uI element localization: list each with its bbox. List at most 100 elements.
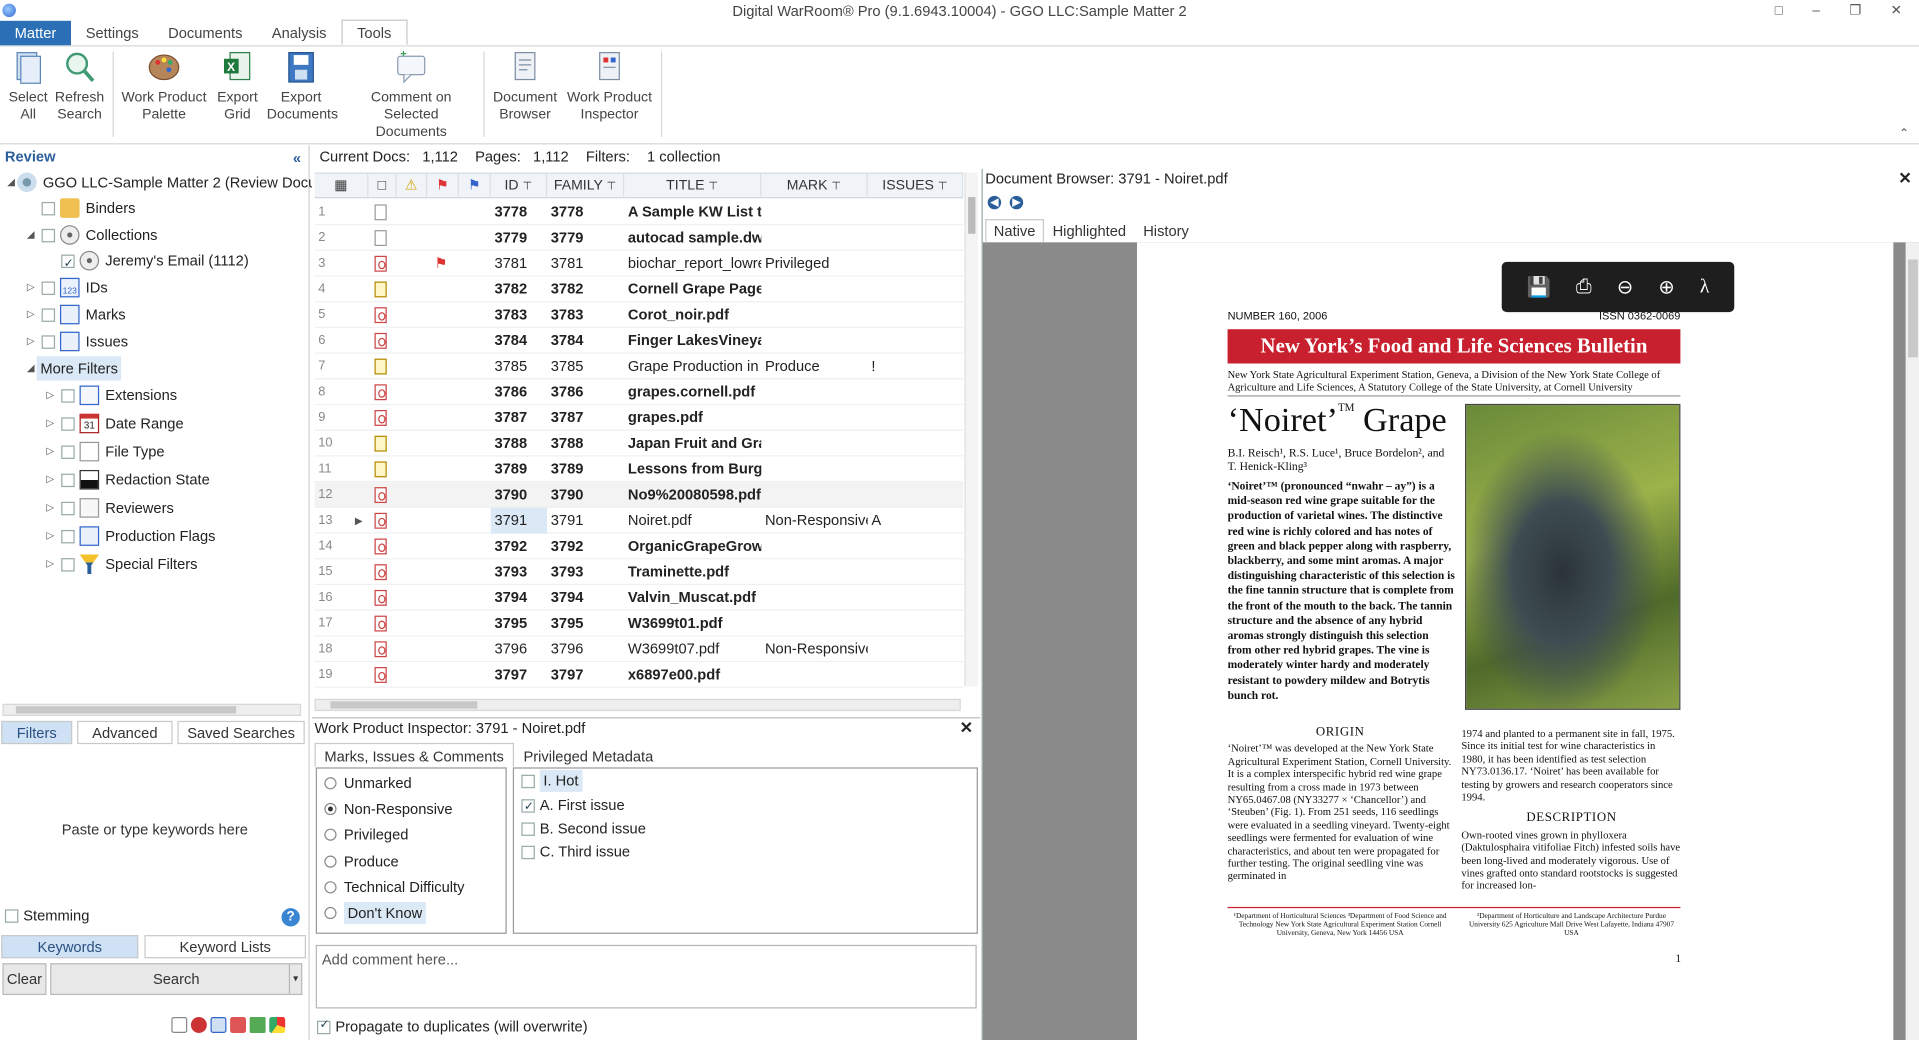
expand-arrow-icon[interactable]: ▷ (24, 302, 36, 326)
red-flag-icon[interactable]: ⚑ (431, 251, 455, 277)
tab-matter[interactable]: Matter (0, 20, 72, 46)
keyword-input[interactable]: Paste or type keywords here (0, 821, 310, 838)
tab-filters[interactable]: Filters (1, 720, 73, 745)
tab-analysis[interactable]: Analysis (257, 21, 341, 45)
work-product-palette-button[interactable]: Work Product Palette (120, 49, 208, 124)
expand-arrow-icon[interactable]: ▷ (24, 275, 36, 299)
export-documents-button[interactable]: Export Documents (267, 49, 338, 124)
collapse-arrow-icon[interactable]: ◢ (24, 223, 36, 247)
issue-hot[interactable]: I. Hot (521, 769, 583, 792)
collapse-arrow-icon[interactable]: ◢ (24, 356, 36, 380)
production-flags-checkbox[interactable] (61, 529, 75, 543)
table-row[interactable]: 8 3786 3786 grapes.cornell.pdf (314, 379, 964, 406)
column-mark[interactable]: MARK ⊤ (761, 173, 868, 199)
table-row[interactable]: 5 3783 3783 Corot_noir.pdf (314, 302, 964, 329)
select-all-button[interactable]: Select All (7, 49, 49, 124)
tab-keyword-lists[interactable]: Keyword Lists (144, 935, 306, 959)
ids-checkbox[interactable] (41, 280, 56, 295)
red-flag-column-icon[interactable]: ⚑ (427, 173, 459, 199)
settings-icon[interactable] (190, 1017, 207, 1033)
acrobat-icon[interactable]: λ (1700, 276, 1710, 298)
tree-issues[interactable]: ▷ Issues (24, 329, 128, 353)
mark-non-responsive[interactable]: Non-Responsive (324, 798, 452, 820)
table-row[interactable]: 10 3788 3788 Japan Fruit and Gra (314, 431, 964, 457)
expand-arrow-icon[interactable]: ▷ (44, 468, 56, 492)
tree-redaction-state[interactable]: ▷ Redaction State (44, 468, 210, 492)
column-id[interactable]: ID ⊤ (491, 173, 548, 199)
propagate-option[interactable]: Propagate to duplicates (will overwrite) (316, 1018, 588, 1035)
tab-highlighted[interactable]: Highlighted (1044, 219, 1135, 242)
tree-more-filters[interactable]: ◢ More Filters (24, 356, 122, 381)
tree-extensions[interactable]: ▷ Extensions (44, 383, 177, 407)
collapse-arrow-icon[interactable]: ◢ (5, 170, 17, 194)
forward-arrow-icon[interactable]: ▶ (1009, 195, 1024, 210)
issues-checkbox[interactable] (41, 334, 56, 349)
marks-checkbox[interactable] (41, 307, 56, 322)
jeremys-email-checkbox[interactable] (61, 252, 75, 276)
table-row[interactable]: 18 3796 3796 W3699t07.pdf Non-Responsive (314, 636, 964, 663)
table-row[interactable]: 16 3794 3794 Valvin_Muscat.pdf (314, 585, 964, 611)
reviewers-checkbox[interactable] (61, 501, 75, 515)
search-button[interactable]: Search ▾ (50, 963, 303, 996)
doc-type-column-icon[interactable]: □ (368, 173, 397, 199)
document-browser-button[interactable]: Document Browser (492, 49, 558, 124)
tree-reviewers[interactable]: ▷ Reviewers (44, 496, 174, 520)
table-row[interactable]: 9 3787 3787 grapes.pdf (314, 405, 964, 431)
table-row[interactable]: 11 3789 3789 Lessons from Burgu (314, 457, 964, 483)
close-icon[interactable]: ✕ (1891, 0, 1902, 22)
chart-icon[interactable] (249, 1017, 266, 1033)
mark-unmarked[interactable]: Unmarked (324, 772, 412, 794)
issue-second[interactable]: B. Second issue (521, 818, 646, 840)
clear-button[interactable]: Clear (2, 963, 47, 996)
expand-arrow-icon[interactable]: ▷ (44, 411, 56, 435)
refresh-search-button[interactable]: Refresh Search (54, 49, 105, 124)
tree-binders[interactable]: Binders (24, 196, 135, 220)
tab-marks-issues-comments[interactable]: Marks, Issues & Comments (314, 742, 514, 768)
special-filters-checkbox[interactable] (61, 557, 75, 571)
tree-date-range[interactable]: ▷ 31 Date Range (44, 411, 184, 435)
print-icon[interactable]: ⎙ (1576, 276, 1592, 298)
tab-advanced[interactable]: Advanced (77, 720, 173, 745)
table-row[interactable]: 2 3779 3779 autocad sample.dw (314, 225, 964, 251)
expand-arrow-icon[interactable]: ▷ (44, 439, 56, 463)
tab-native[interactable]: Native (985, 219, 1045, 243)
back-arrow-icon[interactable]: ◀ (987, 195, 1002, 210)
redaction-state-checkbox[interactable] (61, 473, 75, 487)
collapse-ribbon-icon[interactable]: ⌃ (1899, 127, 1909, 140)
table-row[interactable]: 19 3797 3797 x6897e00.pdf (314, 662, 964, 688)
help-icon[interactable]: ? (281, 908, 300, 927)
blue-flag-column-icon[interactable]: ⚑ (459, 173, 491, 199)
maximize-icon[interactable]: ❐ (1849, 0, 1861, 22)
tab-privileged-metadata[interactable]: Privileged Metadata (514, 743, 663, 767)
expand-arrow-icon[interactable]: ▷ (44, 383, 56, 407)
tree-collections[interactable]: ◢ Collections (24, 223, 158, 247)
table-row[interactable]: 6 3784 3784 Finger LakesVineya (314, 328, 964, 354)
mark-dont-know[interactable]: Don't Know (324, 902, 426, 925)
export-grid-button[interactable]: X Export Grid (213, 49, 262, 124)
minimize-icon[interactable]: – (1812, 0, 1819, 22)
monitor-icon[interactable] (210, 1017, 227, 1033)
table-row[interactable]: 4 3782 3782 Cornell Grape Page (314, 277, 964, 303)
close-browser-icon[interactable]: ✕ (1898, 169, 1911, 189)
table-row[interactable]: 3 ⚑ 3781 3781 biochar_report_lowre Privileged (314, 251, 964, 277)
tools-icon[interactable] (230, 1017, 247, 1033)
mark-technical-difficulty[interactable]: Technical Difficulty (324, 876, 464, 898)
file-type-checkbox[interactable] (61, 444, 75, 459)
tab-documents[interactable]: Documents (153, 21, 257, 45)
expand-arrow-icon[interactable]: ▷ (44, 496, 56, 520)
expand-arrow-icon[interactable]: ▷ (24, 329, 36, 353)
comment-selected-button[interactable]: + Comment on Selected Documents (352, 49, 469, 141)
expand-arrow-icon[interactable]: ▷ (44, 552, 56, 576)
tree-file-type[interactable]: ▷ File Type (44, 439, 165, 463)
table-row[interactable]: 15 3793 3793 Traminette.pdf (314, 559, 964, 586)
binders-checkbox[interactable] (41, 201, 56, 215)
column-issues[interactable]: ISSUES ⊤ (868, 173, 964, 199)
restore-icon[interactable]: □ (1775, 0, 1783, 22)
pie-icon[interactable] (269, 1017, 286, 1033)
tree-marks[interactable]: ▷ Marks (24, 302, 126, 326)
expand-arrow-icon[interactable]: ▷ (44, 524, 56, 548)
grid-horizontal-scrollbar[interactable] (314, 698, 961, 712)
column-family[interactable]: FAMILY ⊤ (547, 173, 625, 199)
warning-column-icon[interactable]: ⚠ (397, 173, 428, 199)
tab-keywords[interactable]: Keywords (1, 935, 139, 959)
